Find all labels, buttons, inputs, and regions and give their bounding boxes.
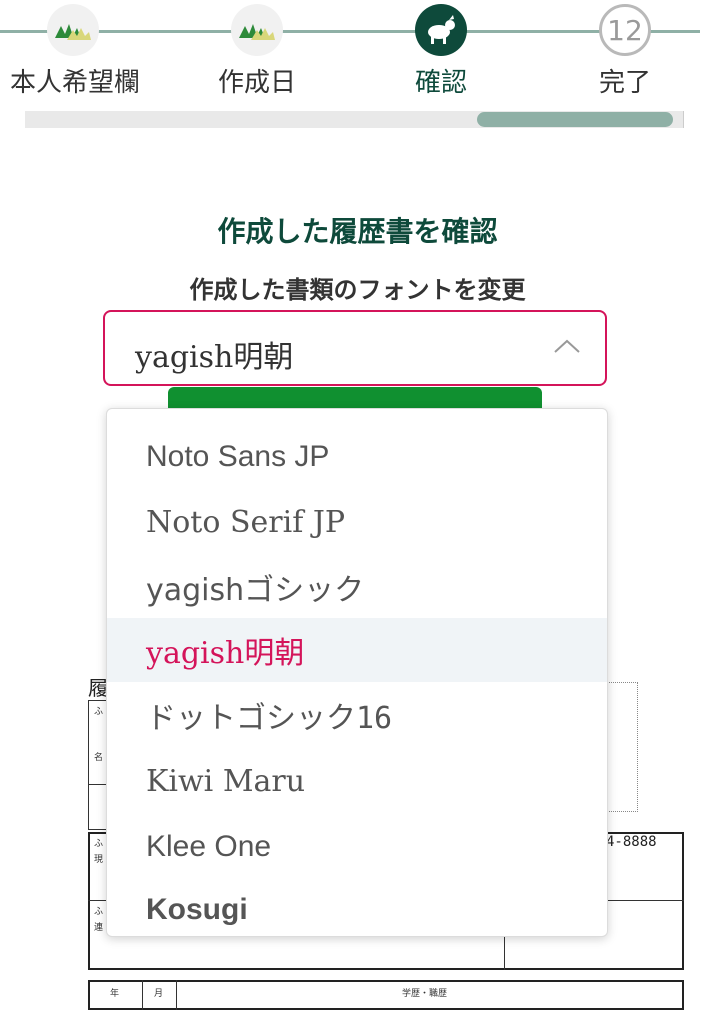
step-4-number: 12 bbox=[599, 4, 651, 56]
divider bbox=[142, 980, 143, 1010]
font-option[interactable]: Noto Serif JP bbox=[107, 490, 607, 554]
stepper-line bbox=[0, 30, 700, 33]
col-history: 学歴・職歴 bbox=[402, 989, 448, 999]
phone-number: 4-8888 bbox=[606, 834, 657, 850]
history-header bbox=[88, 980, 684, 1010]
font-option[interactable]: yagishゴシック bbox=[107, 555, 607, 619]
step-2-label: 作成日 bbox=[217, 68, 297, 98]
step-4-label: 完了 bbox=[598, 68, 652, 98]
font-option[interactable]: Kiwi Maru bbox=[107, 749, 607, 813]
step-2-goat-grass-icon bbox=[231, 4, 283, 56]
step-1-goat-grass-icon bbox=[47, 4, 99, 56]
address-mark: 現 bbox=[94, 855, 104, 865]
font-select[interactable]: yagish明朝 bbox=[103, 310, 607, 386]
contact-mark: 連 bbox=[94, 923, 104, 933]
font-option[interactable]: ドットゴシック16 bbox=[107, 683, 607, 747]
font-select-label: 作成した書類のフォントを変更 bbox=[189, 276, 526, 304]
chevron-up-icon bbox=[554, 339, 580, 353]
furigana-mark: ふ bbox=[94, 907, 104, 917]
progress-stepper: 本人希望欄 作成日 確認 12 完了 bbox=[0, 0, 715, 128]
font-dropdown-list: Noto Sans JP Noto Serif JP yagishゴシック ya… bbox=[106, 408, 608, 937]
scrollbar-thumb[interactable] bbox=[477, 112, 673, 127]
furigana-mark: ふ bbox=[94, 707, 104, 717]
resume-title: 履 bbox=[88, 676, 108, 700]
horizontal-scrollbar[interactable] bbox=[25, 111, 684, 128]
step-3-label: 確認 bbox=[414, 68, 468, 98]
font-option[interactable]: Noto Sans JP bbox=[107, 425, 607, 489]
divider bbox=[176, 980, 177, 1010]
page-title: 作成した履歴書を確認 bbox=[217, 215, 498, 248]
font-option-selected[interactable]: yagish明朝 bbox=[107, 618, 607, 682]
furigana-mark: ふ bbox=[94, 839, 104, 849]
col-year: 年 bbox=[110, 989, 120, 999]
step-3-goat-icon bbox=[415, 4, 467, 56]
col-month: 月 bbox=[154, 989, 164, 999]
font-select-value: yagish明朝 bbox=[135, 340, 294, 375]
step-1-label: 本人希望欄 bbox=[9, 68, 141, 98]
name-mark: 名 bbox=[94, 753, 104, 763]
font-option[interactable]: Klee One bbox=[107, 815, 607, 879]
font-option[interactable]: Kosugi bbox=[107, 878, 607, 936]
